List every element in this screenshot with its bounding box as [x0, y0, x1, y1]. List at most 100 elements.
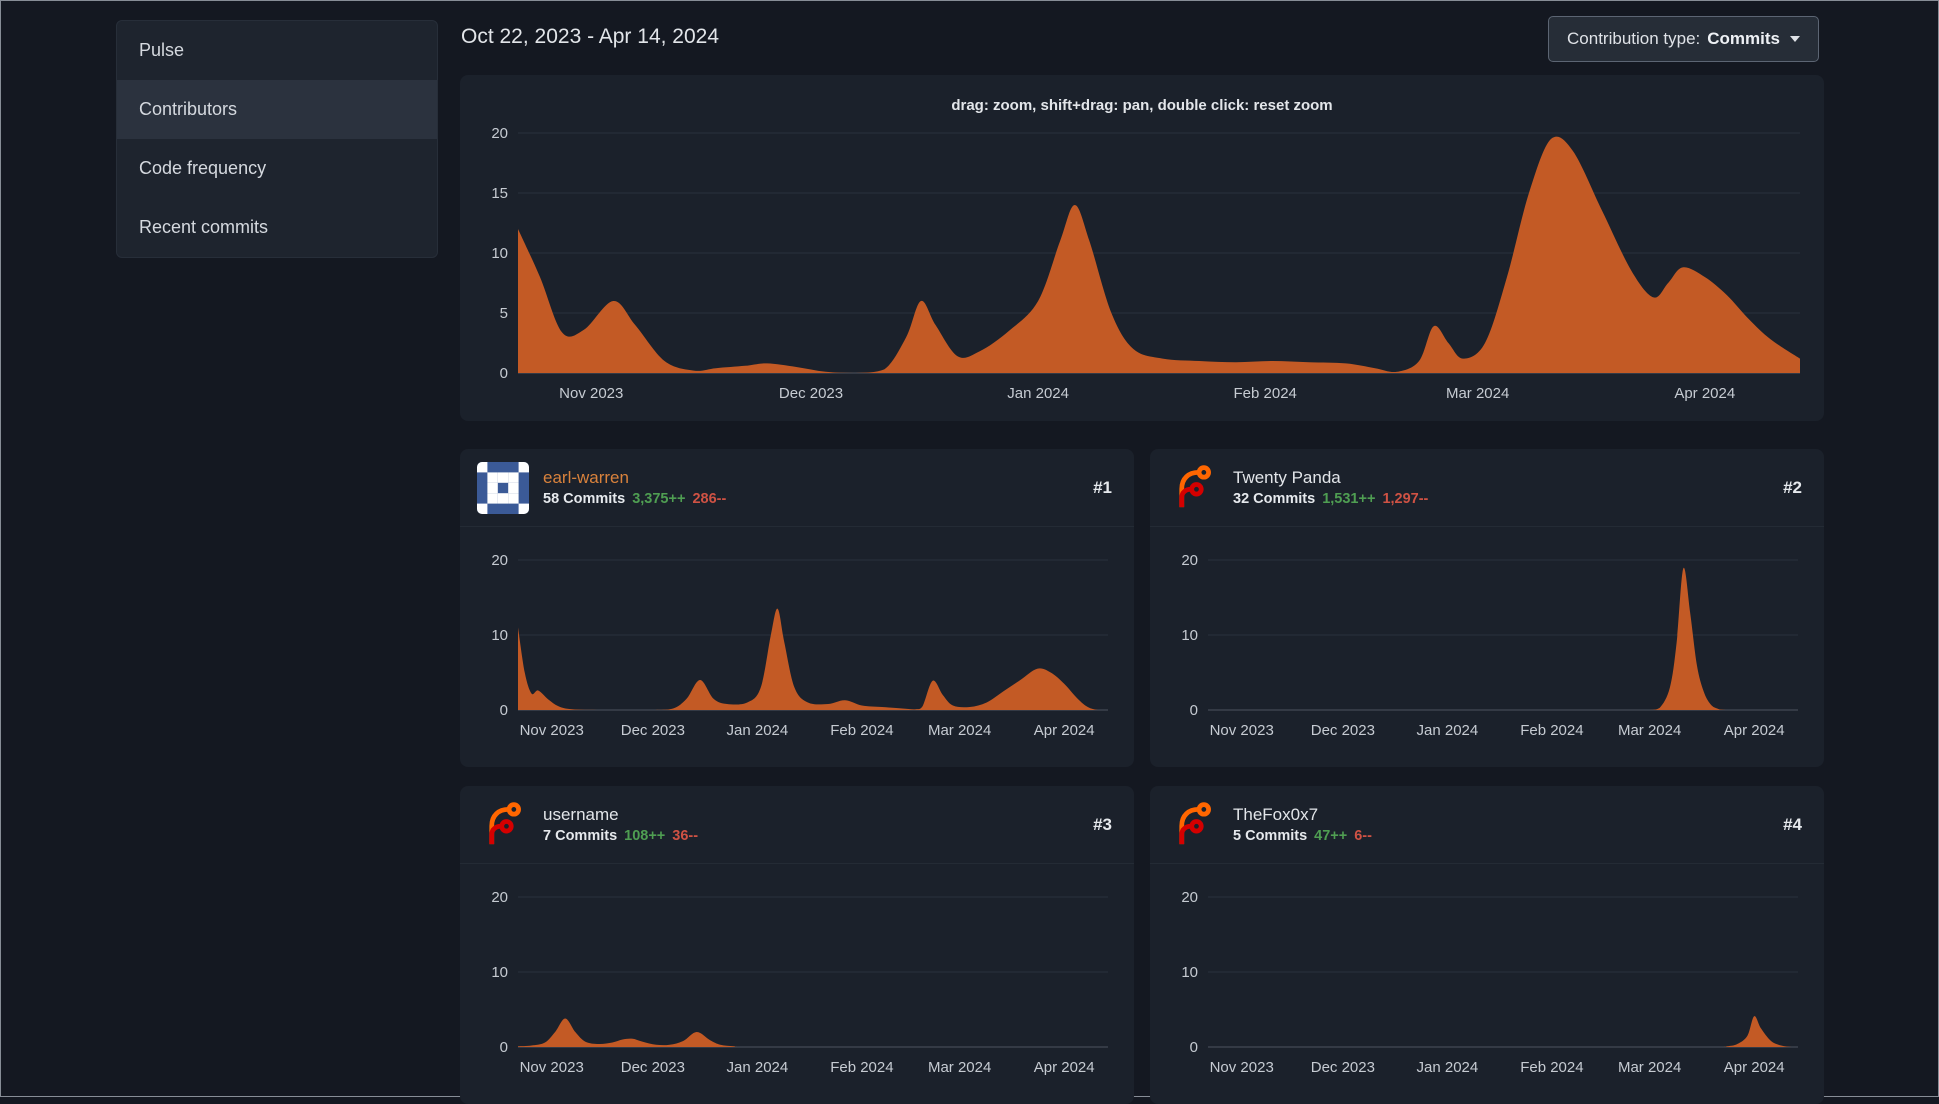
contributor-card-3: username 7 Commits 108++ 36-- #3 0 10 20 No…	[460, 786, 1134, 1104]
svg-text:Nov 2023: Nov 2023	[520, 1059, 584, 1076]
contributor-chart[interactable]: 0 10 20 Nov 2023 Dec 2023 Jan 2024 Feb 2024 Mar…	[460, 864, 1134, 1104]
contributor-chart[interactable]: 0 10 20 Nov 2023 Dec 2023 Jan 2024 Feb 2024 Mar…	[460, 527, 1134, 767]
svg-text:Apr 2024: Apr 2024	[1034, 722, 1095, 739]
svg-text:20: 20	[491, 889, 508, 906]
svg-text:Feb 2024: Feb 2024	[1234, 385, 1297, 402]
commit-count: 58 Commits	[543, 491, 626, 508]
contributor-card-2: Twenty Panda 32 Commits 1,531++ 1,297-- …	[1150, 449, 1824, 767]
contributor-rank: #2	[1783, 477, 1802, 497]
svg-text:0: 0	[500, 702, 508, 719]
contributor-card-header: username 7 Commits 108++ 36-- #3	[460, 786, 1134, 864]
contributor-stats: 5 Commits 47++ 6--	[1233, 828, 1783, 844]
contributor-card-1: earl-warren 58 Commits 3,375++ 286-- #1 …	[460, 449, 1134, 767]
date-range-heading: Oct 22, 2023 - Apr 14, 2024	[461, 25, 720, 48]
sidebar-item-contributors[interactable]: Contributors	[117, 80, 437, 139]
forgejo-logo-avatar[interactable]	[1167, 799, 1219, 851]
repo-activity-page: Pulse Contributors Code frequency Recent…	[0, 0, 1939, 1104]
commit-count: 7 Commits	[543, 828, 618, 845]
svg-text:Mar 2024: Mar 2024	[928, 722, 991, 739]
contributor-cards-grid: earl-warren 58 Commits 3,375++ 286-- #1 …	[460, 449, 1824, 1104]
contributor-name-link[interactable]: earl-warren	[543, 468, 1093, 488]
contributor-info: username 7 Commits 108++ 36--	[543, 805, 1093, 844]
contributors-content: Oct 22, 2023 - Apr 14, 2024 Contribution…	[460, 1, 1824, 1104]
contributor-card-header: Twenty Panda 32 Commits 1,531++ 1,297-- …	[1150, 449, 1824, 527]
svg-text:Mar 2024: Mar 2024	[928, 1059, 991, 1076]
svg-text:Mar 2024: Mar 2024	[1446, 385, 1509, 402]
contributor-card-header: earl-warren 58 Commits 3,375++ 286-- #1	[460, 449, 1134, 527]
contributor-rank: #3	[1093, 814, 1112, 834]
deletions-count: 36--	[672, 828, 699, 845]
svg-text:0: 0	[1190, 1039, 1198, 1056]
svg-text:Mar 2024: Mar 2024	[1618, 1059, 1681, 1076]
deletions-count: 1,297--	[1382, 491, 1429, 508]
contributor-stats: 58 Commits 3,375++ 286--	[543, 491, 1093, 507]
activity-sidebar-menu: Pulse Contributors Code frequency Recent…	[116, 20, 438, 258]
svg-text:Mar 2024: Mar 2024	[1618, 722, 1681, 739]
overall-contributions-card: drag: zoom, shift+drag: pan, double clic…	[460, 75, 1824, 421]
contributor-chart[interactable]: 0 10 20 Nov 2023 Dec 2023 Jan 2024 Feb 2024 Mar…	[1150, 864, 1824, 1104]
contributor-stats: 32 Commits 1,531++ 1,297--	[1233, 491, 1783, 507]
contributor-chart[interactable]: 0 10 20 Nov 2023 Dec 2023 Jan 2024 Feb 2024 Mar…	[1150, 527, 1824, 767]
contributor-info: TheFox0x7 5 Commits 47++ 6--	[1233, 805, 1783, 844]
topbar: Oct 22, 2023 - Apr 14, 2024 Contribution…	[460, 1, 1824, 75]
contributor-name-link[interactable]: Twenty Panda	[1233, 468, 1783, 488]
svg-text:20: 20	[1181, 552, 1198, 569]
svg-text:10: 10	[491, 245, 508, 262]
svg-text:10: 10	[1181, 627, 1198, 644]
additions-count: 1,531++	[1322, 491, 1376, 508]
contributor-rank: #4	[1783, 814, 1802, 834]
contributor-info: Twenty Panda 32 Commits 1,531++ 1,297--	[1233, 468, 1783, 507]
contributor-avatar[interactable]	[477, 461, 529, 514]
svg-text:Jan 2024: Jan 2024	[1417, 1059, 1479, 1076]
svg-text:Feb 2024: Feb 2024	[1520, 1059, 1583, 1076]
deletions-count: 286--	[692, 491, 727, 508]
additions-count: 47++	[1314, 828, 1348, 845]
svg-text:Feb 2024: Feb 2024	[830, 722, 893, 739]
sidebar-item-recent-commits[interactable]: Recent commits	[117, 198, 437, 257]
sidebar-item-pulse[interactable]: Pulse	[117, 21, 437, 80]
commit-count: 5 Commits	[1233, 828, 1308, 845]
contributor-rank: #1	[1093, 477, 1112, 497]
svg-text:10: 10	[491, 964, 508, 981]
chart-zoom-hint: drag: zoom, shift+drag: pan, double clic…	[951, 97, 1333, 114]
forgejo-logo-avatar[interactable]	[477, 799, 529, 851]
svg-text:10: 10	[1181, 964, 1198, 981]
svg-text:20: 20	[1181, 889, 1198, 906]
svg-text:Dec 2023: Dec 2023	[621, 722, 685, 739]
svg-text:Jan 2024: Jan 2024	[727, 1059, 789, 1076]
svg-text:20: 20	[491, 552, 508, 569]
svg-text:Nov 2023: Nov 2023	[520, 722, 584, 739]
svg-text:Nov 2023: Nov 2023	[1210, 722, 1274, 739]
svg-text:0: 0	[1190, 702, 1198, 719]
forgejo-logo-avatar[interactable]	[1167, 462, 1219, 514]
svg-text:20: 20	[491, 125, 508, 142]
contribution-type-label: Contribution type:	[1567, 29, 1701, 48]
svg-text:0: 0	[500, 365, 508, 382]
svg-text:Dec 2023: Dec 2023	[621, 1059, 685, 1076]
svg-text:5: 5	[500, 305, 508, 322]
svg-text:10: 10	[491, 627, 508, 644]
chevron-down-icon	[1790, 36, 1800, 42]
svg-text:Jan 2024: Jan 2024	[1417, 722, 1479, 739]
contributor-name-link[interactable]: TheFox0x7	[1233, 805, 1783, 825]
svg-text:Apr 2024: Apr 2024	[1724, 1059, 1785, 1076]
svg-text:Jan 2024: Jan 2024	[1007, 385, 1069, 402]
overall-contributions-chart[interactable]: 0 5 10 15 20 Nov 2023 Dec 2023 Jan 2024 Feb 2024…	[460, 121, 1824, 421]
additions-count: 3,375++	[632, 491, 686, 508]
svg-text:0: 0	[500, 1039, 508, 1056]
svg-text:Apr 2024: Apr 2024	[1034, 1059, 1095, 1076]
contributor-stats: 7 Commits 108++ 36--	[543, 828, 1093, 844]
svg-text:Nov 2023: Nov 2023	[1210, 1059, 1274, 1076]
contributor-info: earl-warren 58 Commits 3,375++ 286--	[543, 468, 1093, 507]
contributor-card-4: TheFox0x7 5 Commits 47++ 6-- #4 0 10 20 Nov…	[1150, 786, 1824, 1104]
svg-text:Dec 2023: Dec 2023	[779, 385, 843, 402]
sidebar-item-code-frequency[interactable]: Code frequency	[117, 139, 437, 198]
additions-count: 108++	[624, 828, 666, 845]
contribution-type-dropdown[interactable]: Contribution type: Commits	[1548, 16, 1819, 62]
deletions-count: 6--	[1354, 828, 1372, 845]
svg-text:Feb 2024: Feb 2024	[1520, 722, 1583, 739]
svg-text:Dec 2023: Dec 2023	[1311, 1059, 1375, 1076]
svg-text:Jan 2024: Jan 2024	[727, 722, 789, 739]
svg-text:Nov 2023: Nov 2023	[559, 385, 623, 402]
contributor-name-link[interactable]: username	[543, 805, 1093, 825]
